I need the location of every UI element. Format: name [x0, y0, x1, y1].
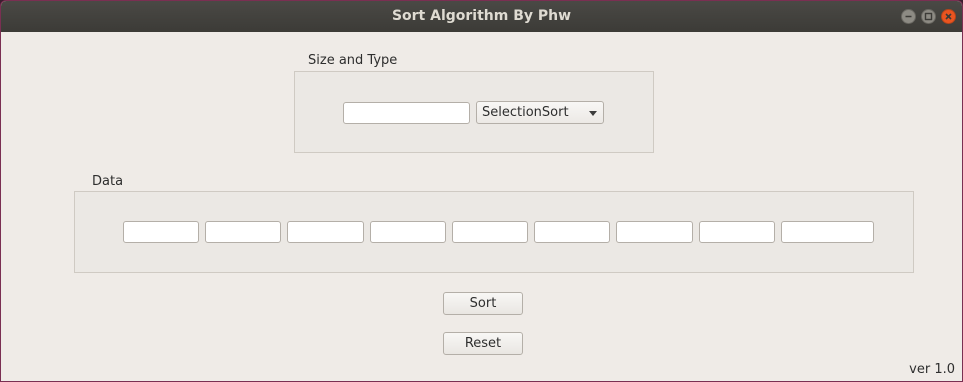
size-type-group-label: Size and Type: [308, 53, 398, 68]
algorithm-select-value: SelectionSort: [482, 105, 569, 120]
data-field-6[interactable]: [534, 221, 610, 243]
size-input[interactable]: [343, 102, 470, 124]
data-field-2[interactable]: [205, 221, 281, 243]
window-title: Sort Algorithm By Phw: [391, 8, 572, 24]
chevron-down-icon: [589, 111, 597, 116]
client-area: Size and Type SelectionSort Data Sort Re…: [1, 32, 962, 381]
data-field-1[interactable]: [123, 221, 199, 243]
app-window: Sort Algorithm By Phw Size and Type Sele…: [0, 0, 963, 382]
minimize-icon[interactable]: [901, 9, 916, 24]
reset-button[interactable]: Reset: [443, 332, 523, 355]
data-field-8[interactable]: [699, 221, 775, 243]
maximize-icon[interactable]: [921, 9, 936, 24]
version-label: ver 1.0: [909, 362, 955, 377]
data-field-9[interactable]: [781, 221, 874, 243]
data-field-7[interactable]: [616, 221, 693, 243]
data-group-label: Data: [92, 174, 124, 189]
algorithm-select[interactable]: SelectionSort: [476, 101, 604, 124]
close-icon[interactable]: [941, 9, 956, 24]
title-bar[interactable]: Sort Algorithm By Phw: [1, 1, 962, 32]
data-field-5[interactable]: [452, 221, 528, 243]
data-field-4[interactable]: [370, 221, 446, 243]
sort-button[interactable]: Sort: [443, 292, 523, 315]
data-field-3[interactable]: [287, 221, 364, 243]
